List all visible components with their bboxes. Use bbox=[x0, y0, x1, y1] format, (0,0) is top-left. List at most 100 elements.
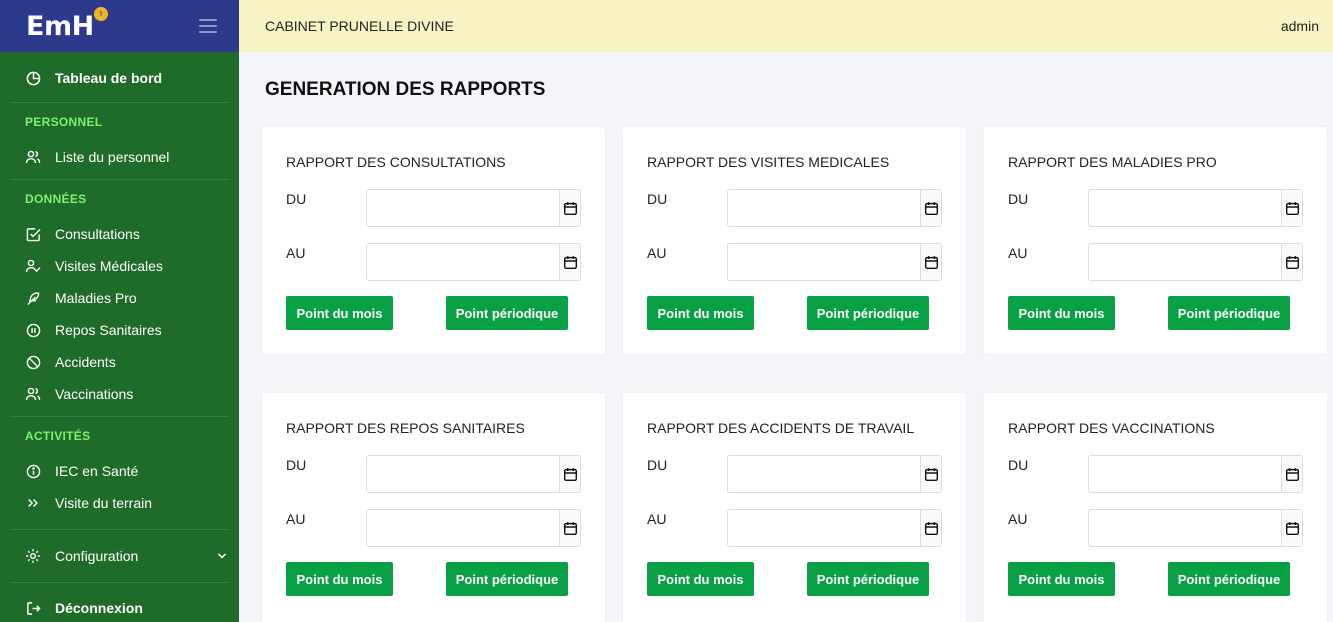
point-periodique-button[interactable]: Point périodique bbox=[807, 296, 929, 330]
section-personnel: PERSONNEL bbox=[25, 115, 103, 129]
report-card: RAPPORT DES REPOS SANITAIRES DU AU Point… bbox=[262, 393, 605, 622]
ban-icon bbox=[25, 354, 41, 370]
sidebar-item-visite-terrain[interactable]: Visite du terrain bbox=[0, 487, 239, 519]
topbar: CABINET PRUNELLE DIVINE admin bbox=[239, 0, 1333, 52]
sidebar-item-label: Configuration bbox=[55, 548, 139, 564]
brand-bar: EmH ⚕ bbox=[0, 0, 239, 52]
du-date-input[interactable] bbox=[367, 456, 559, 492]
sidebar-item-label: IEC en Santé bbox=[55, 463, 139, 479]
du-label: DU bbox=[647, 457, 668, 473]
calendar-icon[interactable] bbox=[920, 510, 941, 546]
sidebar-item-liste-personnel[interactable]: Liste du personnel bbox=[0, 141, 239, 173]
sidebar: EmH ⚕ Tableau de bord PERSONNEL Liste du… bbox=[0, 0, 239, 622]
report-card: RAPPORT DES CONSULTATIONS DU AU Point du… bbox=[262, 127, 605, 354]
du-date-input[interactable] bbox=[1089, 190, 1281, 226]
au-date-input[interactable] bbox=[728, 510, 920, 546]
point-periodique-button[interactable]: Point périodique bbox=[446, 296, 568, 330]
calendar-icon[interactable] bbox=[1281, 244, 1302, 280]
du-date-input[interactable] bbox=[1089, 456, 1281, 492]
point-du-mois-button[interactable]: Point du mois bbox=[1008, 296, 1115, 330]
point-periodique-button[interactable]: Point périodique bbox=[1168, 562, 1290, 596]
du-date-field bbox=[366, 455, 581, 493]
du-date-input[interactable] bbox=[728, 456, 920, 492]
point-du-mois-button[interactable]: Point du mois bbox=[286, 562, 393, 596]
du-date-field bbox=[727, 189, 942, 227]
calendar-icon[interactable] bbox=[1281, 456, 1302, 492]
point-du-mois-button[interactable]: Point du mois bbox=[286, 296, 393, 330]
sidebar-nav: Tableau de bord PERSONNEL Liste du perso… bbox=[0, 54, 239, 622]
sidebar-item-iec-sante[interactable]: IEC en Santé bbox=[0, 455, 239, 487]
au-label: AU bbox=[1008, 511, 1028, 527]
calendar-icon[interactable] bbox=[559, 510, 580, 546]
point-du-mois-button[interactable]: Point du mois bbox=[647, 562, 754, 596]
logout-icon bbox=[25, 600, 41, 616]
point-du-mois-button[interactable]: Point du mois bbox=[647, 296, 754, 330]
au-date-input[interactable] bbox=[367, 510, 559, 546]
au-date-field bbox=[366, 509, 581, 547]
user-menu[interactable]: admin bbox=[1281, 18, 1319, 34]
section-donnees: DONNÉES bbox=[25, 192, 87, 206]
calendar-icon[interactable] bbox=[559, 190, 580, 226]
sidebar-item-consultations[interactable]: Consultations bbox=[0, 218, 239, 250]
page-title: GENERATION DES RAPPORTS bbox=[265, 79, 546, 100]
du-date-input[interactable] bbox=[367, 190, 559, 226]
sidebar-item-deconnexion[interactable]: Déconnexion bbox=[0, 591, 239, 622]
calendar-icon[interactable] bbox=[1281, 510, 1302, 546]
calendar-icon[interactable] bbox=[1281, 190, 1302, 226]
sidebar-item-label: Vaccinations bbox=[55, 386, 134, 402]
app-logo[interactable]: EmH ⚕ bbox=[26, 6, 108, 42]
du-label: DU bbox=[286, 457, 307, 473]
du-label: DU bbox=[286, 191, 307, 207]
sidebar-item-accidents[interactable]: Accidents bbox=[0, 346, 239, 378]
au-date-input[interactable] bbox=[728, 244, 920, 280]
pause-circle-icon bbox=[25, 322, 41, 338]
report-card: RAPPORT DES ACCIDENTS DE TRAVAIL DU AU P… bbox=[623, 393, 966, 622]
au-date-input[interactable] bbox=[1089, 244, 1281, 280]
du-label: DU bbox=[647, 191, 668, 207]
du-date-field bbox=[1088, 455, 1303, 493]
au-date-field bbox=[727, 243, 942, 281]
sidebar-item-configuration[interactable]: Configuration bbox=[0, 530, 239, 582]
au-date-input[interactable] bbox=[367, 244, 559, 280]
au-date-input[interactable] bbox=[1089, 510, 1281, 546]
report-card-title: RAPPORT DES MALADIES PRO bbox=[1008, 154, 1217, 170]
au-label: AU bbox=[1008, 245, 1028, 261]
sidebar-item-label: Déconnexion bbox=[55, 600, 143, 616]
calendar-icon[interactable] bbox=[920, 244, 941, 280]
sidebar-item-label: Maladies Pro bbox=[55, 290, 137, 306]
au-label: AU bbox=[647, 511, 667, 527]
menu-toggle-icon[interactable] bbox=[199, 19, 217, 33]
section-activites: ACTIVITÉS bbox=[25, 429, 91, 443]
calendar-icon[interactable] bbox=[559, 244, 580, 280]
report-card-title: RAPPORT DES VACCINATIONS bbox=[1008, 420, 1215, 436]
sidebar-item-label: Visite du terrain bbox=[55, 495, 153, 511]
sidebar-item-repos-sanitaires[interactable]: Repos Sanitaires bbox=[0, 314, 239, 346]
chevrons-right-icon bbox=[25, 495, 41, 511]
sidebar-item-label: Tableau de bord bbox=[55, 70, 163, 86]
point-periodique-button[interactable]: Point périodique bbox=[1168, 296, 1290, 330]
logo-badge-icon: ⚕ bbox=[93, 6, 108, 21]
point-periodique-button[interactable]: Point périodique bbox=[446, 562, 568, 596]
du-date-input[interactable] bbox=[728, 190, 920, 226]
divider bbox=[10, 582, 229, 583]
users-icon bbox=[25, 386, 41, 402]
calendar-icon[interactable] bbox=[920, 456, 941, 492]
du-date-field bbox=[1088, 189, 1303, 227]
report-card-title: RAPPORT DES VISITES MEDICALES bbox=[647, 154, 890, 170]
au-date-field bbox=[366, 243, 581, 281]
report-card: RAPPORT DES VACCINATIONS DU AU Point du … bbox=[984, 393, 1327, 622]
calendar-icon[interactable] bbox=[559, 456, 580, 492]
point-du-mois-button[interactable]: Point du mois bbox=[1008, 562, 1115, 596]
point-periodique-button[interactable]: Point périodique bbox=[807, 562, 929, 596]
du-date-field bbox=[727, 455, 942, 493]
sidebar-item-dashboard[interactable]: Tableau de bord bbox=[0, 54, 239, 102]
calendar-icon[interactable] bbox=[920, 190, 941, 226]
au-date-field bbox=[1088, 243, 1303, 281]
sidebar-item-visites-medicales[interactable]: Visites Médicales bbox=[0, 250, 239, 282]
pie-chart-icon bbox=[25, 70, 41, 86]
report-card: RAPPORT DES VISITES MEDICALES DU AU Poin… bbox=[623, 127, 966, 354]
sidebar-item-vaccinations[interactable]: Vaccinations bbox=[0, 378, 239, 410]
sidebar-item-maladies-pro[interactable]: Maladies Pro bbox=[0, 282, 239, 314]
au-label: AU bbox=[647, 245, 667, 261]
sidebar-item-label: Visites Médicales bbox=[55, 258, 163, 274]
